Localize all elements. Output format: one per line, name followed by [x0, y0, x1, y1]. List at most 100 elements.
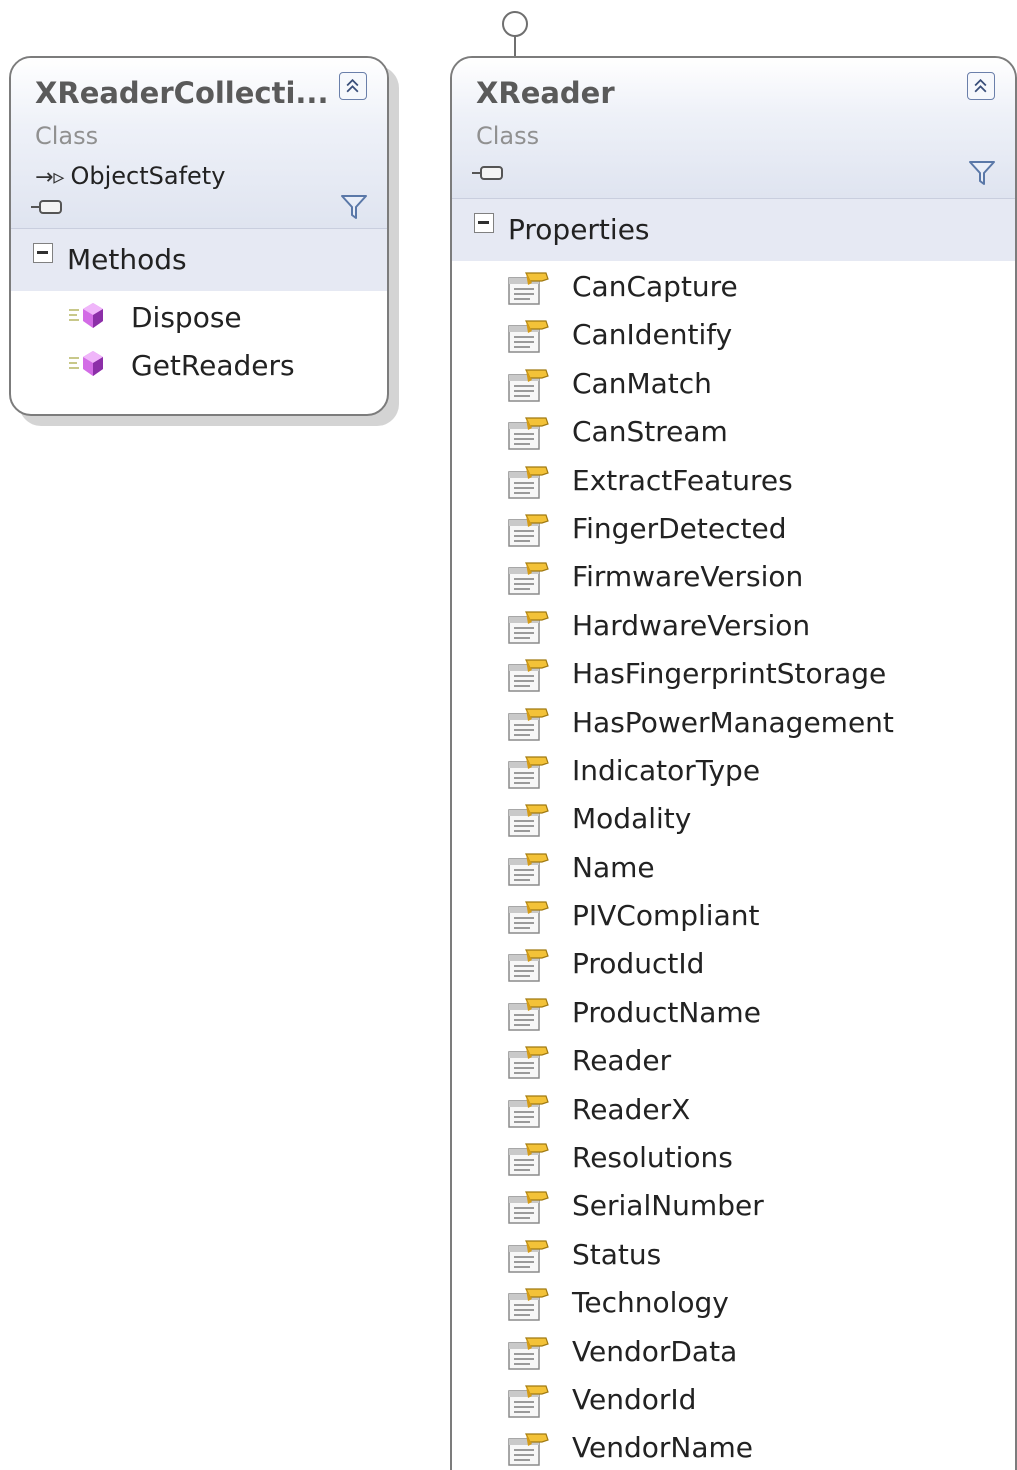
member-label: HasPowerManagement — [572, 705, 894, 739]
property-item[interactable]: CanStream — [452, 408, 1015, 456]
collapse-button[interactable] — [967, 72, 995, 100]
property-icon — [506, 1092, 550, 1130]
member-label: Status — [572, 1237, 662, 1271]
property-icon — [506, 1237, 550, 1275]
member-label: SerialNumber — [572, 1189, 764, 1223]
property-item[interactable]: HardwareVersion — [452, 602, 1015, 650]
inheritance-arrow-icon: →▹ — [35, 165, 65, 190]
member-label: GetReaders — [131, 349, 295, 383]
base-class-label: ObjectSafety — [70, 162, 226, 190]
member-label: ProductName — [572, 995, 761, 1029]
interface-lollipop-icon — [502, 11, 528, 58]
class-name: XReader — [476, 76, 615, 110]
property-item[interactable]: SerialNumber — [452, 1182, 1015, 1230]
member-label: FirmwareVersion — [572, 560, 804, 594]
method-list: Dispose GetReaders — [11, 291, 387, 392]
method-item[interactable]: GetReaders — [11, 343, 387, 391]
property-item[interactable]: Resolutions — [452, 1134, 1015, 1182]
property-item[interactable]: Status — [452, 1231, 1015, 1279]
property-item[interactable]: ProductId — [452, 940, 1015, 988]
property-item[interactable]: CanMatch — [452, 360, 1015, 408]
class-box-xreadercollection[interactable]: XReaderCollecti... Class →▹ ObjectSafety … — [9, 56, 389, 416]
property-icon — [506, 1334, 550, 1372]
property-item[interactable]: Technology — [452, 1279, 1015, 1327]
property-icon — [506, 608, 550, 646]
compartment-properties[interactable]: Properties — [452, 199, 1015, 261]
member-label: VendorName — [572, 1431, 753, 1465]
class-stereotype: Class — [35, 122, 99, 150]
property-icon — [506, 1188, 550, 1226]
compartment-title: Methods — [67, 243, 187, 276]
member-label: ExtractFeatures — [572, 463, 793, 497]
member-label: HasFingerprintStorage — [572, 657, 887, 691]
member-label: CanStream — [572, 415, 728, 449]
member-label: ProductId — [572, 947, 705, 981]
minus-collapse-icon[interactable] — [33, 243, 53, 263]
property-icon — [506, 995, 550, 1033]
member-label: Name — [572, 850, 655, 884]
interface-icon[interactable] — [472, 164, 504, 182]
member-label: FingerDetected — [572, 511, 787, 545]
property-icon — [506, 705, 550, 743]
property-item[interactable]: VendorId — [452, 1376, 1015, 1424]
property-item[interactable]: VendorData — [452, 1328, 1015, 1376]
member-label: HardwareVersion — [572, 608, 811, 642]
member-label: IndicatorType — [572, 753, 761, 787]
member-label: CanCapture — [572, 270, 738, 303]
double-chevron-up-icon — [340, 73, 365, 98]
filter-icon[interactable] — [339, 192, 369, 222]
property-item[interactable]: FirmwareVersion — [452, 553, 1015, 601]
member-label: Resolutions — [572, 1141, 733, 1175]
property-item[interactable]: Name — [452, 844, 1015, 892]
property-item[interactable]: CanIdentify — [452, 311, 1015, 359]
property-icon — [506, 317, 550, 355]
double-chevron-up-icon — [968, 73, 993, 98]
property-icon — [506, 801, 550, 839]
property-icon — [506, 269, 550, 307]
property-list: CanCapture CanIdentify CanMatch CanStream Ex… — [452, 261, 1015, 1470]
minus-collapse-icon[interactable] — [474, 213, 494, 233]
property-item[interactable]: HasPowerManagement — [452, 699, 1015, 747]
method-icon — [67, 349, 107, 381]
class-stereotype: Class — [476, 122, 540, 150]
member-label: Dispose — [131, 301, 242, 334]
collapse-button[interactable] — [339, 72, 367, 100]
member-label: VendorId — [572, 1382, 697, 1416]
property-icon — [506, 1430, 550, 1468]
class-name: XReaderCollecti... — [35, 76, 329, 110]
member-label: VendorData — [572, 1334, 738, 1368]
member-label: PIVCompliant — [572, 899, 760, 933]
class-box-xreader[interactable]: XReader Class Properties CanCapture CanId… — [450, 56, 1017, 1470]
property-icon — [506, 946, 550, 984]
member-label: CanMatch — [572, 366, 712, 400]
property-icon — [506, 511, 550, 549]
property-item[interactable]: FingerDetected — [452, 505, 1015, 553]
property-item[interactable]: CanCapture — [452, 263, 1015, 311]
class-header: XReaderCollecti... Class →▹ ObjectSafety — [11, 58, 387, 229]
property-icon — [506, 753, 550, 791]
interface-icon[interactable] — [31, 198, 63, 216]
method-icon — [67, 301, 107, 333]
property-item[interactable]: IndicatorType — [452, 747, 1015, 795]
filter-icon[interactable] — [967, 158, 997, 188]
property-item[interactable]: Reader — [452, 1037, 1015, 1085]
property-item[interactable]: ProductName — [452, 989, 1015, 1037]
property-icon — [506, 1043, 550, 1081]
property-item[interactable]: ReaderX — [452, 1086, 1015, 1134]
property-icon — [506, 850, 550, 888]
property-item[interactable]: VendorName — [452, 1424, 1015, 1470]
method-item[interactable]: Dispose — [11, 295, 387, 343]
class-header: XReader Class — [452, 58, 1015, 199]
property-item[interactable]: ExtractFeatures — [452, 457, 1015, 505]
compartment-methods[interactable]: Methods — [11, 229, 387, 291]
property-item[interactable]: Modality — [452, 795, 1015, 843]
property-icon — [506, 656, 550, 694]
member-label: CanIdentify — [572, 318, 733, 352]
property-icon — [506, 463, 550, 501]
member-label: ReaderX — [572, 1092, 691, 1126]
property-icon — [506, 1285, 550, 1323]
compartment-title: Properties — [508, 213, 650, 246]
base-class: →▹ ObjectSafety — [35, 162, 225, 190]
property-item[interactable]: PIVCompliant — [452, 892, 1015, 940]
property-item[interactable]: HasFingerprintStorage — [452, 650, 1015, 698]
